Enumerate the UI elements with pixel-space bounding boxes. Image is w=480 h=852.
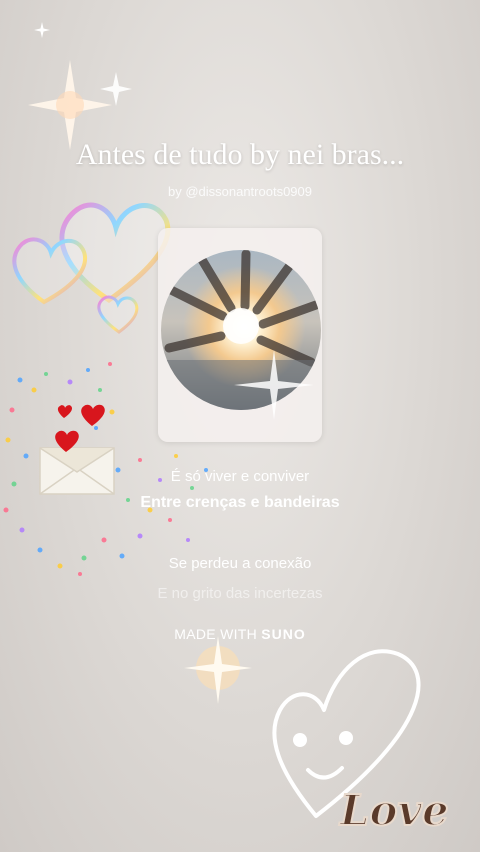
sparkle-icon — [234, 350, 314, 420]
song-title: Antes de tudo by nei bras... — [75, 138, 405, 171]
sparkle-icon — [34, 22, 50, 38]
video-frame: Antes de tudo by nei bras... by @dissona… — [0, 0, 480, 852]
lyric-line: E no grito das incertezas — [157, 585, 323, 602]
bubble-hearts-icon — [12, 202, 171, 334]
lyric-line: É só viver e conviver — [170, 468, 310, 485]
sparkle-icon — [184, 636, 252, 704]
love-sticker: Love — [339, 785, 450, 836]
lyric-line: Se perdeu a conexão — [168, 555, 312, 572]
lyric-line-current: Entre crenças e bandeiras — [140, 494, 340, 511]
